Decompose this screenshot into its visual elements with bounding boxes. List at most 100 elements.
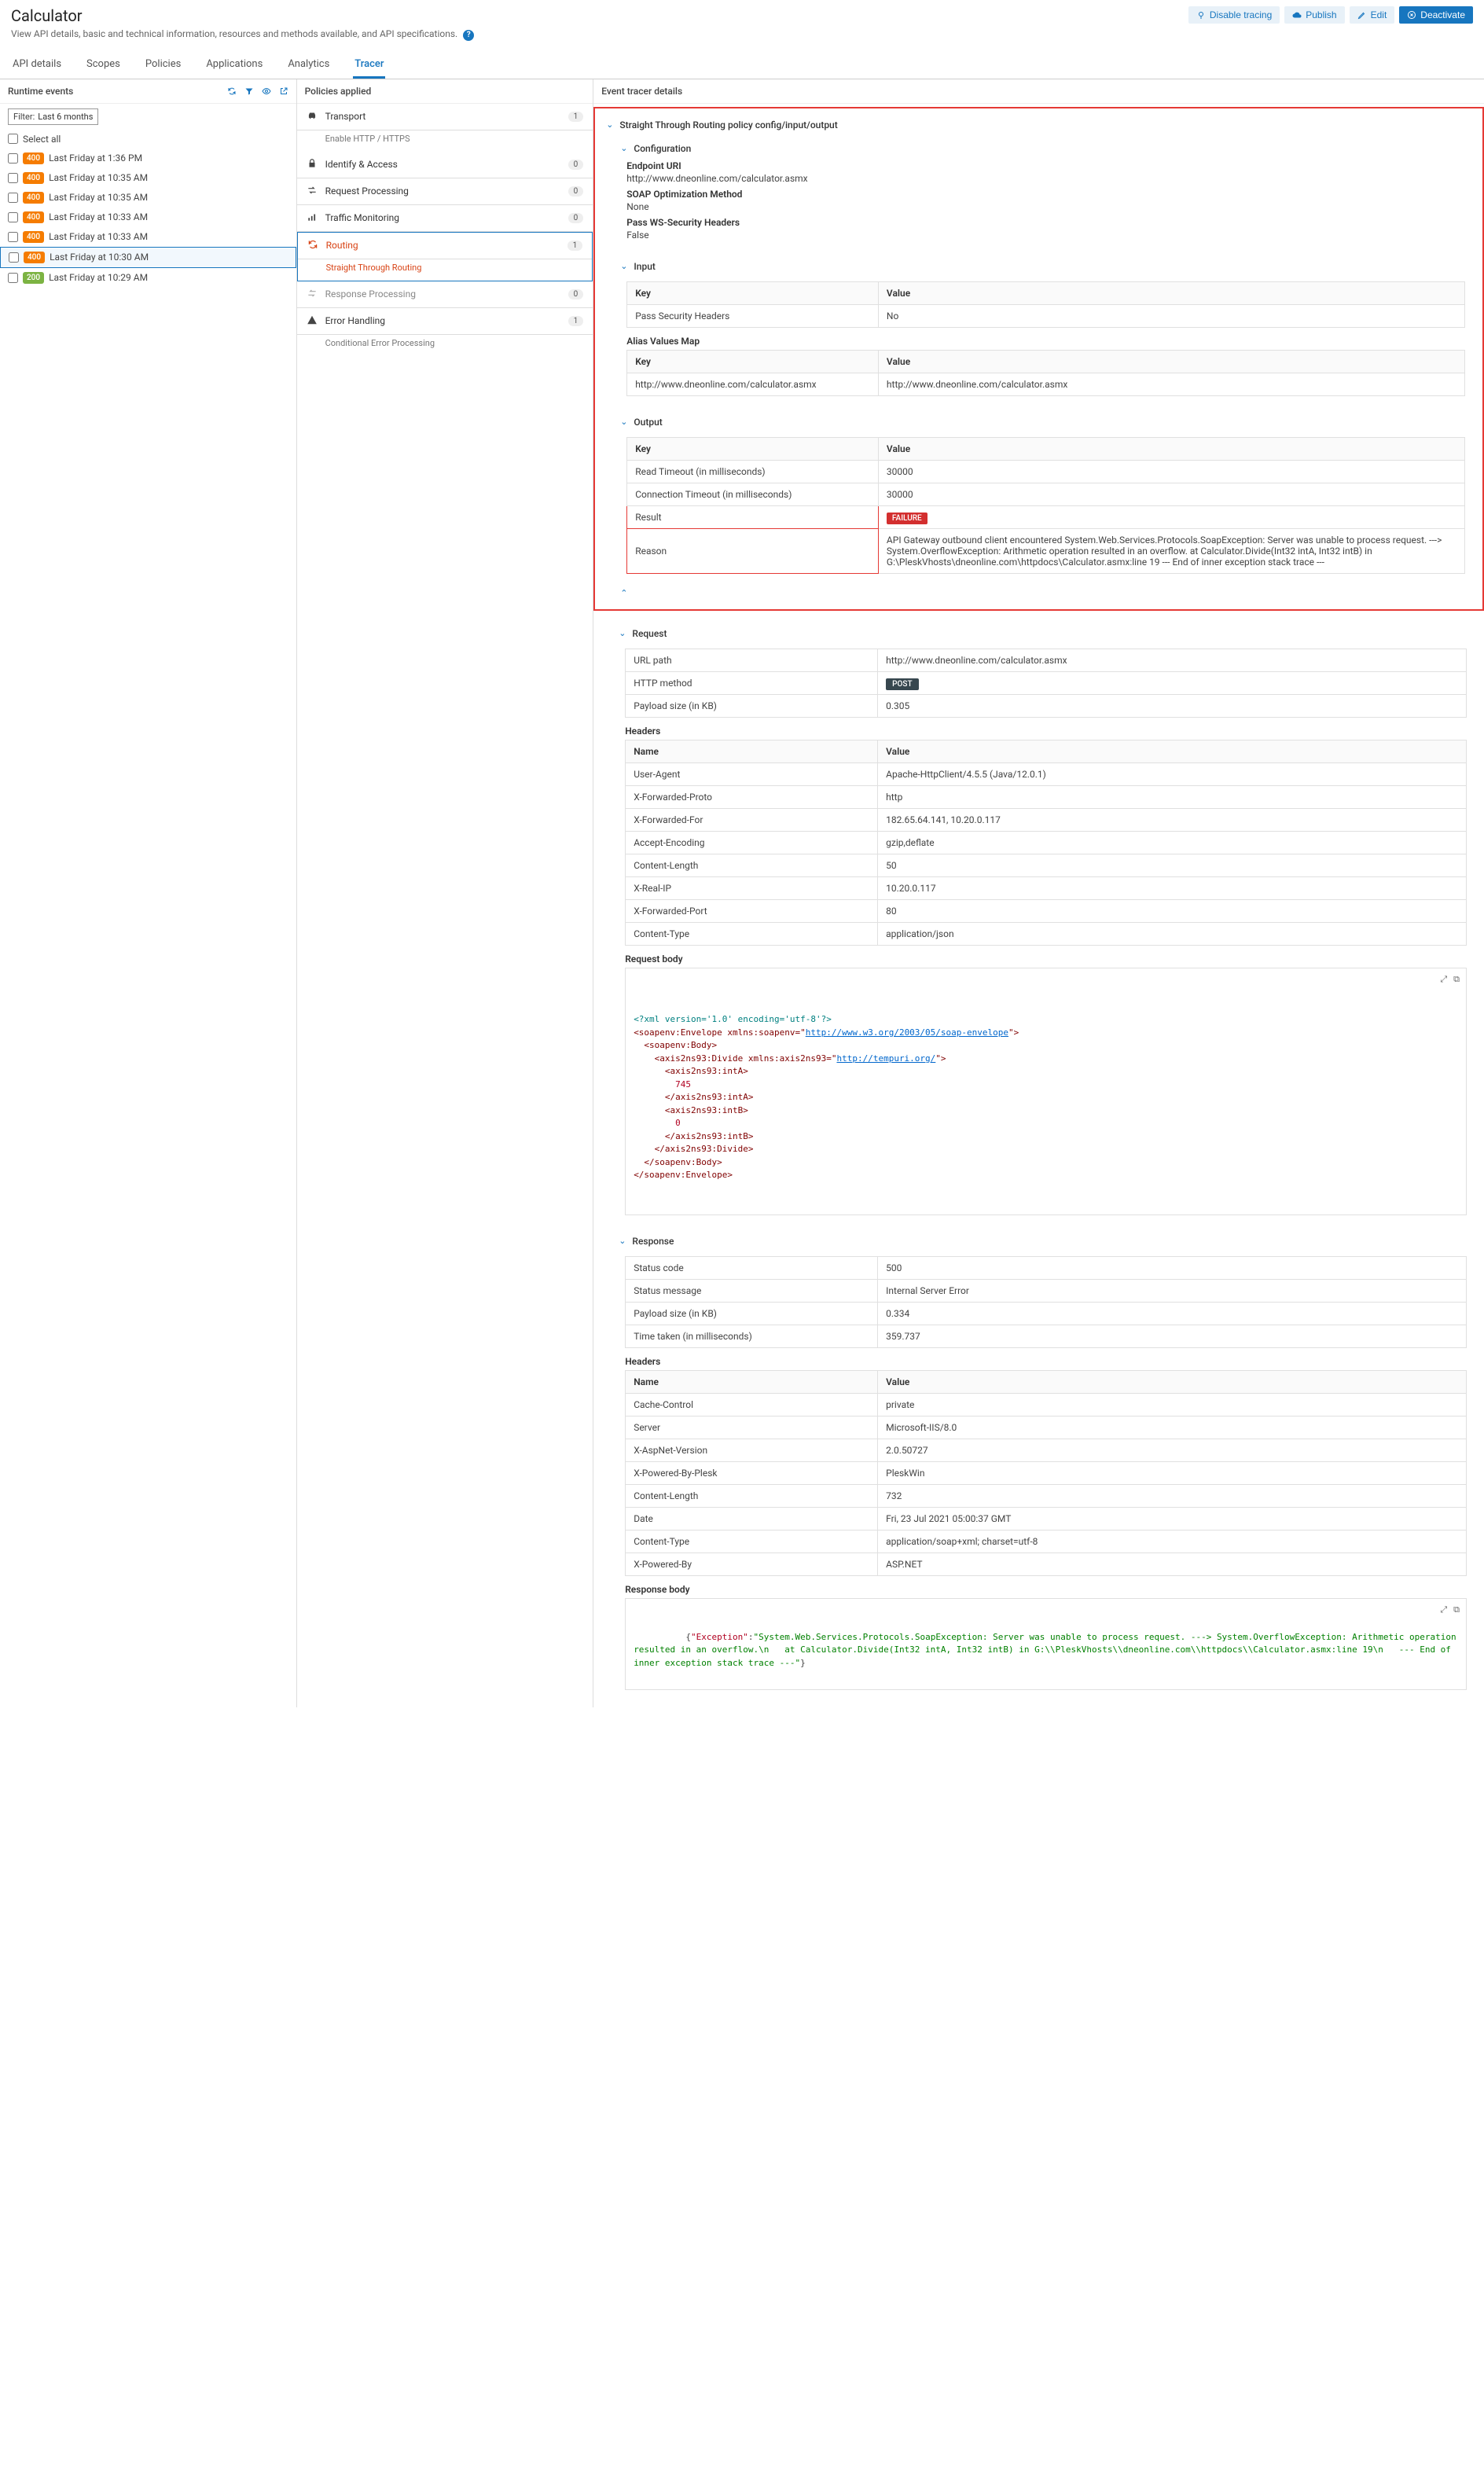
- event-row[interactable]: 400Last Friday at 10:30 AM: [0, 247, 296, 268]
- policy-sub[interactable]: Conditional Error Processing: [297, 335, 593, 356]
- event-checkbox[interactable]: [8, 212, 18, 222]
- tab-analytics[interactable]: Analytics: [286, 52, 331, 79]
- policy-label: Error Handling: [325, 315, 385, 326]
- event-checkbox[interactable]: [8, 173, 18, 183]
- table-row: X-Powered-By-PleskPleskWin: [626, 1461, 1467, 1484]
- policy-label: Identify & Access: [325, 159, 398, 170]
- request-body-code: ⤢ ⧉ <?xml version='1.0' encoding='utf-8'…: [625, 968, 1467, 1215]
- refresh-icon[interactable]: [227, 86, 237, 96]
- event-time: Last Friday at 10:33 AM: [49, 211, 148, 222]
- table-row: Content-Typeapplication/json: [626, 922, 1467, 945]
- event-row[interactable]: 200Last Friday at 10:29 AM: [0, 268, 296, 288]
- edit-button[interactable]: Edit: [1350, 6, 1395, 24]
- table-row: ServerMicrosoft-IIS/8.0: [626, 1416, 1467, 1439]
- tab-scopes[interactable]: Scopes: [85, 52, 122, 79]
- policy-path-bar[interactable]: ⌄ Straight Through Routing policy config…: [595, 113, 1482, 137]
- external-link-icon[interactable]: [279, 86, 288, 96]
- policy-path-title: Straight Through Routing policy config/i…: [619, 119, 837, 130]
- table-row: Connection Timeout (in milliseconds)3000…: [627, 483, 1465, 505]
- input-table: Key Value Pass Security HeadersNo: [626, 281, 1465, 328]
- filter-label: Filter:: [13, 112, 35, 122]
- event-checkbox[interactable]: [8, 273, 18, 283]
- event-row[interactable]: 400Last Friday at 10:33 AM: [0, 227, 296, 247]
- request-headers-heading: Headers: [625, 726, 1467, 737]
- disable-tracing-button[interactable]: Disable tracing: [1188, 6, 1280, 24]
- event-time: Last Friday at 10:29 AM: [49, 272, 148, 283]
- status-badge: 400: [23, 211, 44, 223]
- publish-button[interactable]: Publish: [1284, 6, 1344, 24]
- status-badge: 400: [24, 252, 45, 263]
- input-bar[interactable]: ⌄ Input: [609, 255, 1482, 278]
- collapse-bar[interactable]: ⌃: [609, 588, 1482, 604]
- policy-group[interactable]: Identify & Access 0: [297, 152, 593, 178]
- policy-count: 0: [568, 160, 584, 170]
- policy-sub[interactable]: Straight Through Routing: [298, 259, 593, 281]
- policy-label: Response Processing: [325, 288, 416, 299]
- table-row: Pass Security HeadersNo: [627, 304, 1465, 327]
- policy-group[interactable]: Transport1: [297, 104, 593, 130]
- policy-label: Traffic Monitoring: [325, 212, 399, 223]
- select-all-row[interactable]: Select all: [0, 130, 296, 149]
- alias-table: Key Value http://www.dneonline.com/calcu…: [626, 350, 1465, 396]
- policy-count: 1: [568, 241, 583, 251]
- policy-group[interactable]: Routing 1: [298, 233, 593, 259]
- policy-sub[interactable]: Enable HTTP / HTTPS: [297, 130, 593, 152]
- select-all-label: Select all: [23, 134, 61, 145]
- filter-box[interactable]: Filter: Last 6 months: [8, 108, 98, 125]
- event-checkbox[interactable]: [8, 193, 18, 203]
- tab-policies[interactable]: Policies: [144, 52, 182, 79]
- filter-icon[interactable]: [244, 86, 254, 96]
- policy-group[interactable]: Traffic Monitoring0: [297, 205, 593, 232]
- arrowL-icon: [307, 288, 318, 301]
- soap-method-label: SOAP Optimization Method: [626, 189, 742, 200]
- response-bar[interactable]: ⌄ Response: [608, 1229, 1484, 1253]
- expand-icon[interactable]: ⤢: [1440, 1604, 1447, 1617]
- runtime-events-heading: Runtime events: [8, 86, 73, 97]
- policy-group[interactable]: Response Processing 0: [297, 281, 593, 308]
- request-bar[interactable]: ⌄ Request: [608, 622, 1484, 645]
- policies-heading: Policies applied: [305, 86, 372, 97]
- page-title: Calculator: [11, 6, 474, 25]
- response-body-code: ⤢ ⧉ {"Exception":"System.Web.Services.Pr…: [625, 1598, 1467, 1690]
- event-row[interactable]: 400Last Friday at 1:36 PM: [0, 149, 296, 168]
- help-icon[interactable]: ?: [463, 30, 474, 41]
- event-checkbox[interactable]: [8, 153, 18, 164]
- copy-icon[interactable]: ⧉: [1453, 973, 1460, 987]
- chevron-up-icon: ⌃: [620, 588, 627, 598]
- chevron-down-icon: ⌄: [619, 1236, 626, 1246]
- table-row: X-Forwarded-Port80: [626, 899, 1467, 922]
- car-icon: [307, 110, 318, 123]
- table-row: URL pathhttp://www.dneonline.com/calcula…: [626, 649, 1467, 671]
- output-bar[interactable]: ⌄ Output: [609, 410, 1482, 434]
- event-row[interactable]: 400Last Friday at 10:35 AM: [0, 168, 296, 188]
- table-row: Content-Length50: [626, 854, 1467, 876]
- table-row: ResultFAILURE: [627, 505, 1465, 528]
- tab-tracer[interactable]: Tracer: [353, 52, 385, 79]
- table-row: X-Real-IP10.20.0.117: [626, 876, 1467, 899]
- event-checkbox[interactable]: [9, 252, 19, 263]
- page-subtitle: View API details, basic and technical in…: [11, 28, 474, 41]
- tab-api-details[interactable]: API details: [11, 52, 63, 79]
- copy-icon[interactable]: ⧉: [1453, 1604, 1460, 1617]
- configuration-bar[interactable]: ⌄ Configuration: [609, 137, 1482, 160]
- policy-count: 0: [568, 289, 584, 299]
- event-checkbox[interactable]: [8, 232, 18, 242]
- policy-group[interactable]: Request Processing0: [297, 178, 593, 205]
- table-row: ReasonAPI Gateway outbound client encoun…: [627, 528, 1465, 573]
- table-row: DateFri, 23 Jul 2021 05:00:37 GMT: [626, 1507, 1467, 1530]
- policy-label: Routing: [326, 240, 358, 251]
- chevron-down-icon: ⌄: [619, 628, 626, 638]
- event-row[interactable]: 400 Last Friday at 10:33 AM: [0, 208, 296, 227]
- event-time: Last Friday at 10:35 AM: [49, 192, 148, 203]
- expand-icon[interactable]: ⤢: [1440, 973, 1447, 987]
- status-badge: 400: [23, 152, 44, 164]
- response-heading: Response: [632, 1236, 674, 1247]
- event-row[interactable]: 400Last Friday at 10:35 AM: [0, 188, 296, 208]
- tab-applications[interactable]: Applications: [204, 52, 264, 79]
- table-row: Content-Length732: [626, 1484, 1467, 1507]
- policy-group[interactable]: Error Handling1: [297, 308, 593, 335]
- eye-icon[interactable]: [262, 86, 271, 96]
- deactivate-button[interactable]: Deactivate: [1399, 6, 1473, 24]
- select-all-checkbox[interactable]: [8, 134, 18, 144]
- bars-icon: [307, 211, 318, 225]
